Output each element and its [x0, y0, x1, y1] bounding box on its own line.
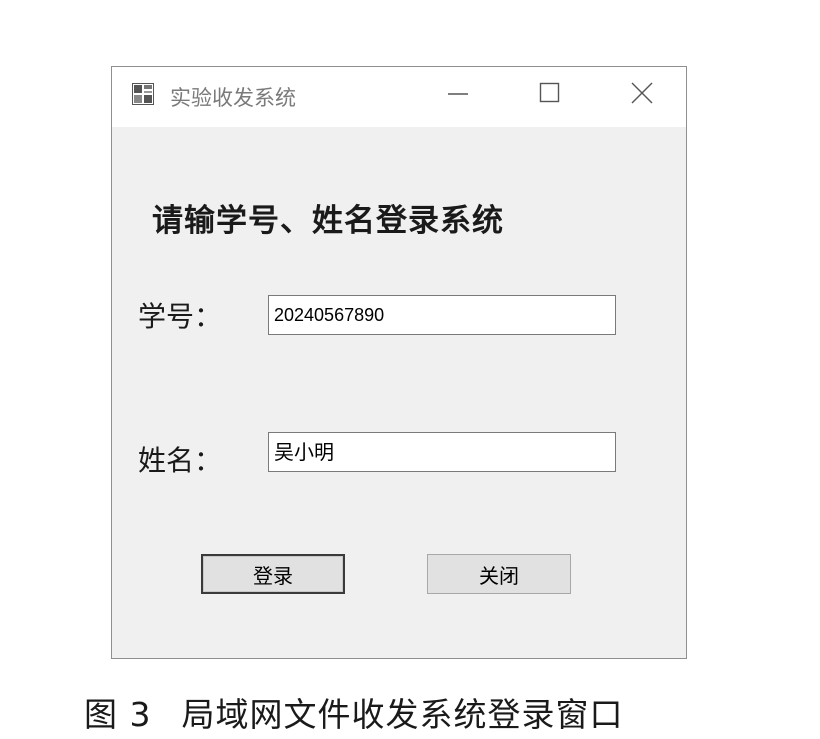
title-bar[interactable]: 实验收发系统 [112, 67, 686, 127]
student-id-label: 学号： [138, 300, 223, 333]
app-window-icon [132, 83, 154, 105]
close-button[interactable]: 关闭 [427, 554, 571, 594]
name-input[interactable]: 吴小明 [268, 432, 616, 472]
figure-caption-text: 局域网文件收发系统登录窗口 [181, 695, 624, 734]
maximize-icon [539, 82, 561, 108]
close-window-button[interactable] [612, 67, 672, 123]
minimize-icon [447, 82, 469, 108]
close-icon [630, 81, 654, 109]
window-title: 实验收发系统 [170, 86, 296, 110]
name-label: 姓名： [138, 444, 223, 477]
page: 实验收发系统 请输学号、姓名登录系统 学号： 20240567890 姓名： 吴… [0, 0, 820, 739]
figure-caption: 图 3 局域网文件收发系统登录窗口 [84, 688, 624, 736]
minimize-button[interactable] [428, 67, 488, 123]
login-window: 实验收发系统 请输学号、姓名登录系统 学号： 20240567890 姓名： 吴… [111, 66, 687, 659]
student-id-input[interactable]: 20240567890 [268, 295, 616, 335]
login-button[interactable]: 登录 [201, 554, 345, 594]
form-heading: 请输学号、姓名登录系统 [152, 203, 504, 239]
maximize-button[interactable] [520, 67, 580, 123]
figure-number: 图 3 [84, 695, 152, 734]
